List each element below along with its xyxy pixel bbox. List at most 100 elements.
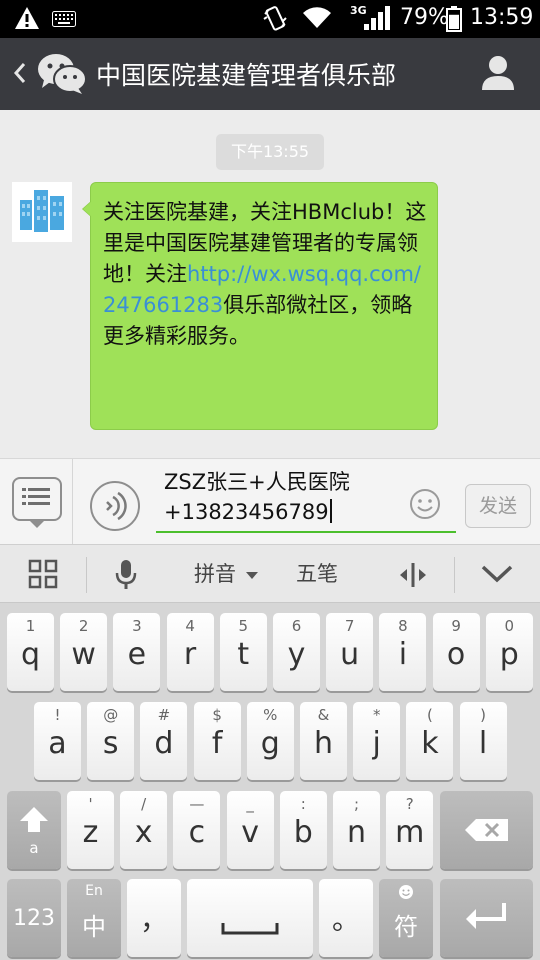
key-w[interactable]: 2w [60, 613, 108, 691]
key-v[interactable]: _ v [226, 791, 274, 869]
key-m[interactable]: ? m [386, 791, 434, 869]
language-key-label: 中 [82, 913, 106, 941]
shift-arrow-icon [20, 807, 48, 832]
key-label: p [499, 637, 519, 672]
menu-toggle-button[interactable] [12, 477, 62, 528]
key-z[interactable]: ' z [67, 791, 114, 869]
shift-key[interactable]: a [7, 791, 61, 869]
key-hint: ; [353, 795, 360, 813]
sender-avatar[interactable] [12, 182, 72, 242]
grid-menu-icon[interactable] [28, 559, 60, 589]
message-timestamp: 下午13:55 [216, 134, 324, 170]
profile-icon[interactable] [480, 54, 516, 92]
key-x[interactable]: / x [120, 791, 168, 869]
key-label: q [20, 637, 41, 672]
key-r[interactable]: 4r [166, 613, 214, 691]
input-bar: ZSZ张三+人民医院+13823456789 发送 [0, 458, 540, 545]
key-f[interactable]: $ f [193, 702, 241, 780]
key-e[interactable]: 3e [113, 613, 161, 691]
key-label: x [134, 815, 153, 850]
soft-keyboard: 1 q 2 w 3 e 4 r 5 t 6 y 7 u 8 i 9 o 0 p! a @ s # d $ f% g & h * j(k) l ' z… [0, 602, 540, 960]
smiley-hint-icon [399, 885, 413, 899]
battery-percent: 79% [400, 5, 449, 30]
status-bar: 3G 79% 13:59 [0, 0, 540, 38]
voice-icon [106, 491, 127, 521]
key-hint: 5 [238, 617, 249, 635]
back-icon[interactable] [10, 58, 30, 88]
key-hint: ? [405, 795, 414, 813]
key-hint: ! [54, 706, 61, 724]
key-hint: / [141, 795, 147, 813]
voice-button[interactable] [90, 481, 140, 531]
key-g[interactable]: % g [246, 702, 294, 780]
key-label: y [287, 637, 306, 672]
key-d[interactable]: # d [140, 702, 188, 780]
key-hint: 6 [291, 617, 302, 635]
language-key[interactable]: En 中 [67, 879, 121, 957]
key-q[interactable]: 1q [7, 613, 54, 691]
key-label: a [48, 726, 67, 761]
microphone-icon[interactable] [114, 559, 138, 591]
key-o[interactable]: 9o [432, 613, 480, 691]
key-hint: ( [426, 706, 433, 724]
key-s[interactable]: @ s [87, 702, 135, 780]
vibrate-icon [263, 6, 287, 31]
wifi-icon [303, 7, 331, 29]
enter-key[interactable] [440, 879, 533, 957]
numbers-key[interactable]: 123 [7, 879, 61, 957]
key-y[interactable]: 6y [273, 613, 320, 691]
key-hint: — [189, 795, 205, 813]
comma-key-label: ， [139, 903, 168, 936]
key-hint: 8 [398, 617, 408, 635]
key-hint: # [157, 706, 171, 724]
space-key[interactable] [187, 879, 313, 957]
key-label: i [398, 637, 408, 672]
send-button[interactable]: 发送 [465, 484, 531, 528]
comma-key[interactable]: ， [127, 879, 181, 957]
key-l[interactable]: ) l [459, 702, 507, 780]
key-b[interactable]: :b [279, 791, 327, 869]
key-label: v [241, 815, 259, 850]
key-t[interactable]: 5t [219, 613, 267, 691]
key-hint: @ [103, 706, 119, 724]
key-j[interactable]: * j [353, 702, 401, 780]
key-hint: & [317, 706, 330, 724]
keyboard-notification-icon [52, 11, 76, 27]
key-i[interactable]: 8i [379, 613, 427, 691]
input-divider [72, 459, 73, 545]
key-p[interactable]: 0p [485, 613, 533, 691]
symbols-key[interactable]: 符 [379, 879, 433, 957]
key-hint: 9 [451, 617, 461, 635]
shift-key-label: a [29, 839, 39, 857]
key-hint: ' [88, 795, 93, 813]
chat-area[interactable]: 下午13:55 关注医院基建，关注HBMclub！这里是中国医院基建管理者的专属… [0, 110, 540, 458]
dropdown-caret-icon [30, 521, 44, 528]
key-hint: 3 [132, 617, 142, 635]
key-label: b [293, 815, 313, 850]
key-h[interactable]: & h [300, 702, 347, 780]
pinyin-mode-button[interactable]: 拼音 [194, 545, 236, 603]
key-k[interactable]: (k [406, 702, 454, 780]
period-key-label: 。 [331, 903, 360, 936]
key-n[interactable]: ; n [333, 791, 380, 869]
key-a[interactable]: ! a [34, 702, 81, 780]
key-hint: $ [212, 706, 222, 724]
backspace-icon [465, 819, 508, 841]
message-bubble[interactable]: 关注医院基建，关注HBMclub！这里是中国医院基建管理者的专属领地！关注htt… [82, 182, 438, 430]
chat-title: 中国医院基建管理者俱乐部 [96, 61, 397, 90]
ime-toolbar: 拼音 五笔 [0, 544, 540, 602]
key-label: j [372, 726, 381, 761]
key-label: n [346, 815, 366, 850]
period-key[interactable]: 。 [319, 879, 373, 957]
collapse-keyboard-icon[interactable] [480, 563, 514, 585]
key-hint: 2 [78, 617, 89, 635]
emoji-icon[interactable] [408, 487, 442, 521]
backspace-key[interactable] [440, 791, 533, 869]
wubi-mode-button[interactable]: 五笔 [296, 545, 338, 603]
key-label: h [313, 726, 333, 761]
key-u[interactable]: 7u [326, 613, 374, 691]
key-c[interactable]: — c [173, 791, 221, 869]
key-label: o [446, 637, 466, 672]
key-hint: 0 [504, 617, 515, 635]
cursor-move-icon[interactable] [398, 561, 428, 589]
